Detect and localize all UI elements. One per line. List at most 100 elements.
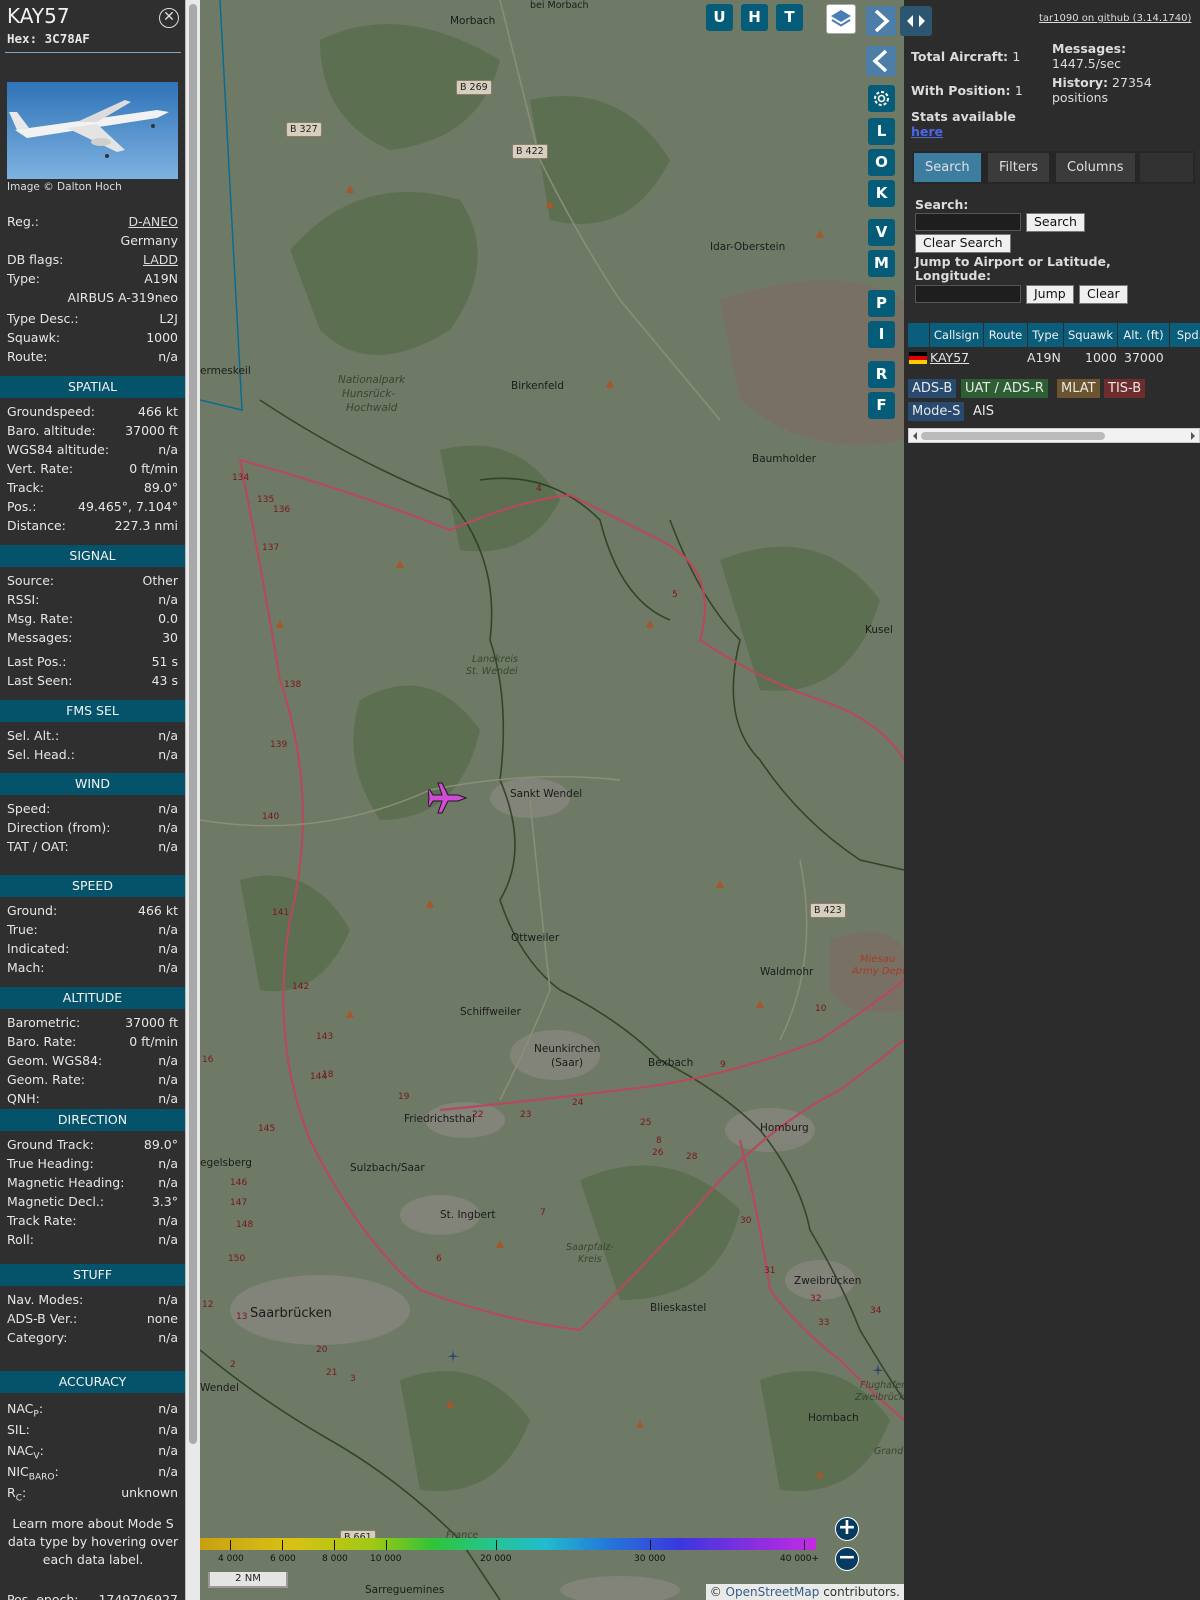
data-label[interactable]: Baro. altitude: bbox=[7, 422, 96, 440]
map-button-m[interactable]: M bbox=[868, 250, 895, 277]
data-label[interactable]: Pos.: bbox=[7, 498, 36, 516]
data-label[interactable]: Geom. WGS84: bbox=[7, 1052, 102, 1070]
data-label[interactable]: Category: bbox=[7, 1329, 67, 1347]
data-label[interactable]: Magnetic Decl.: bbox=[7, 1193, 104, 1211]
stats-link[interactable]: here bbox=[911, 124, 943, 139]
data-label[interactable]: Vert. Rate: bbox=[7, 460, 73, 478]
data-label[interactable]: Geom. Rate: bbox=[7, 1071, 85, 1089]
data-label[interactable]: True Heading: bbox=[7, 1155, 94, 1173]
column-header-callsign[interactable]: Callsign bbox=[930, 323, 984, 347]
tab-columns[interactable]: Columns bbox=[1056, 153, 1135, 182]
detail-label: Type: bbox=[7, 271, 40, 286]
zoom-in-button[interactable]: + bbox=[835, 1517, 859, 1541]
map-button-p[interactable]: P bbox=[868, 290, 895, 317]
map-label: Ottweiler bbox=[511, 932, 560, 944]
map-button-u[interactable]: U bbox=[706, 4, 733, 31]
road-number: 7 bbox=[540, 1208, 546, 1218]
aircraft-marker-icon[interactable] bbox=[428, 780, 468, 816]
settings-gear-icon[interactable] bbox=[868, 85, 895, 112]
map-button-v[interactable]: V bbox=[868, 219, 895, 246]
close-icon[interactable]: ✕ bbox=[159, 8, 179, 28]
map-button-k[interactable]: K bbox=[868, 180, 895, 207]
data-label[interactable]: True: bbox=[7, 921, 38, 939]
data-label[interactable]: WGS84 altitude: bbox=[7, 441, 109, 459]
zoom-out-button[interactable]: − bbox=[835, 1547, 859, 1571]
data-label[interactable]: Sel. Head.: bbox=[7, 746, 75, 764]
column-header-speed[interactable]: Spd. bbox=[1170, 323, 1200, 347]
data-row: Pos.: 49.465°, 7.104° bbox=[7, 498, 178, 516]
map-label: Zweibrücken bbox=[855, 1392, 904, 1403]
clear-search-button[interactable]: Clear Search bbox=[915, 234, 1011, 253]
data-label[interactable]: Groundspeed: bbox=[7, 403, 95, 421]
chevron-left-icon[interactable] bbox=[866, 46, 896, 76]
data-label[interactable]: Msg. Rate: bbox=[7, 610, 73, 628]
data-label[interactable]: NACV: bbox=[7, 1442, 44, 1466]
data-value: 0 ft/min bbox=[129, 461, 178, 476]
data-label[interactable]: ADS-B Ver.: bbox=[7, 1310, 77, 1328]
tab-search[interactable]: Search bbox=[914, 153, 981, 182]
tab-filters[interactable]: Filters bbox=[988, 153, 1049, 182]
data-label[interactable]: RSSI: bbox=[7, 591, 39, 609]
messages-value: 1447.5/sec bbox=[1052, 56, 1122, 71]
data-label[interactable]: QNH: bbox=[7, 1090, 40, 1108]
road-number: 5 bbox=[672, 590, 678, 600]
jump-button[interactable]: Jump bbox=[1026, 285, 1074, 304]
data-label[interactable]: Baro. Rate: bbox=[7, 1033, 76, 1051]
detail-value[interactable]: D-ANEO bbox=[129, 213, 179, 231]
detail-row: Type Desc.: L2J bbox=[7, 310, 178, 328]
data-label[interactable]: Distance: bbox=[7, 517, 66, 535]
aircraft-photo[interactable] bbox=[7, 82, 178, 179]
column-header-altitude[interactable]: Alt. (ft) bbox=[1118, 323, 1170, 347]
detail-value[interactable]: LADD bbox=[143, 251, 178, 269]
map-button-h[interactable]: H bbox=[741, 4, 768, 31]
chevron-right-icon[interactable] bbox=[866, 6, 896, 36]
road-number: 4 bbox=[536, 484, 542, 494]
data-label[interactable]: Ground Track: bbox=[7, 1136, 94, 1154]
clear-button[interactable]: Clear bbox=[1079, 285, 1128, 304]
data-label[interactable]: Ground: bbox=[7, 902, 57, 920]
column-header-squawk[interactable]: Squawk bbox=[1064, 323, 1118, 347]
data-label[interactable]: Messages: bbox=[7, 629, 73, 647]
jump-input[interactable] bbox=[915, 285, 1021, 303]
map-button-f[interactable]: F bbox=[868, 392, 895, 419]
data-label[interactable]: Sel. Alt.: bbox=[7, 727, 59, 745]
info-panel-scrollbar[interactable] bbox=[185, 0, 200, 1600]
layers-icon[interactable] bbox=[826, 4, 856, 34]
column-header-route[interactable]: Route bbox=[984, 323, 1028, 347]
map-button-i[interactable]: I bbox=[868, 321, 895, 348]
data-label[interactable]: TAT / OAT: bbox=[7, 838, 69, 856]
column-header-type[interactable]: Type bbox=[1028, 323, 1064, 347]
map[interactable]: Morbach bei Morbach Idar-Oberstein Birke… bbox=[200, 0, 904, 1600]
map-button-t[interactable]: T bbox=[776, 4, 803, 31]
data-label[interactable]: RC: bbox=[7, 1484, 26, 1508]
search-button[interactable]: Search bbox=[1026, 213, 1085, 232]
data-label[interactable]: Track Rate: bbox=[7, 1212, 77, 1230]
data-label[interactable]: Source: bbox=[7, 572, 54, 590]
data-label[interactable]: SIL: bbox=[7, 1421, 30, 1439]
map-button-l[interactable]: L bbox=[868, 118, 895, 145]
data-label[interactable]: Track: bbox=[7, 479, 44, 497]
table-horizontal-scrollbar[interactable] bbox=[908, 428, 1200, 443]
data-label[interactable]: NACP: bbox=[7, 1400, 43, 1424]
data-label[interactable]: Last Pos.: bbox=[7, 653, 66, 671]
data-label[interactable]: Speed: bbox=[7, 800, 50, 818]
data-label[interactable]: NICBARO: bbox=[7, 1463, 59, 1487]
map-button-r[interactable]: R bbox=[868, 361, 895, 388]
data-label[interactable]: Mach: bbox=[7, 959, 44, 977]
data-label[interactable]: Direction (from): bbox=[7, 819, 111, 837]
road-number: 12 bbox=[202, 1300, 214, 1310]
data-label[interactable]: Barometric: bbox=[7, 1014, 80, 1032]
row-callsign[interactable]: KAY57 bbox=[930, 349, 969, 367]
osm-link[interactable]: OpenStreetMap bbox=[726, 1585, 820, 1599]
data-label[interactable]: Indicated: bbox=[7, 940, 69, 958]
data-label[interactable]: Roll: bbox=[7, 1231, 34, 1249]
data-label[interactable]: Magnetic Heading: bbox=[7, 1174, 124, 1192]
data-row: True: n/a bbox=[7, 921, 178, 939]
search-input[interactable] bbox=[915, 213, 1021, 231]
map-button-o[interactable]: O bbox=[868, 149, 895, 176]
github-link[interactable]: tar1090 on github (3.14.1740) bbox=[1039, 13, 1191, 24]
expand-collapse-icon[interactable] bbox=[900, 6, 932, 36]
detail-value: n/a bbox=[158, 349, 178, 364]
data-label[interactable]: Last Seen: bbox=[7, 672, 72, 690]
data-label[interactable]: Nav. Modes: bbox=[7, 1291, 83, 1309]
